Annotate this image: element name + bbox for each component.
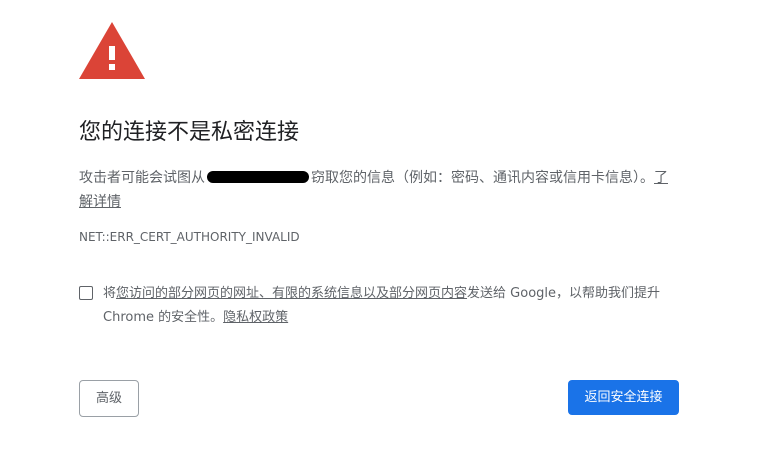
optin-prefix: 将 [103,286,117,301]
redacted-hostname [207,171,309,183]
safe-browsing-optin-checkbox[interactable] [79,286,93,300]
explanation-suffix: 窃取您的信息（例如：密码、通讯内容或信用卡信息）。 [311,170,654,186]
privacy-policy-link[interactable]: 隐私权政策 [223,310,288,325]
back-to-safety-button[interactable]: 返回安全连接 [568,380,679,415]
page-title: 您的连接不是私密连接 [79,120,300,145]
safe-browsing-optin-text: 将您访问的部分网页的网址、有限的系统信息以及部分网页内容发送给 Google，以… [103,282,683,330]
warning-triangle-icon [79,22,145,79]
exclamation-bar [109,46,115,60]
explanation-text: 攻击者可能会试图从 窃取您的信息（例如：密码、通讯内容或信用卡信息）。了解详情 [79,166,679,214]
error-code: NET::ERR_CERT_AUTHORITY_INVALID [79,230,300,244]
exclamation-dot [109,64,115,70]
advanced-button[interactable]: 高级 [79,380,139,417]
optin-details-link[interactable]: 您访问的部分网页的网址、有限的系统信息以及部分网页内容 [116,286,467,301]
explanation-prefix: 攻击者可能会试图从 [79,170,205,186]
